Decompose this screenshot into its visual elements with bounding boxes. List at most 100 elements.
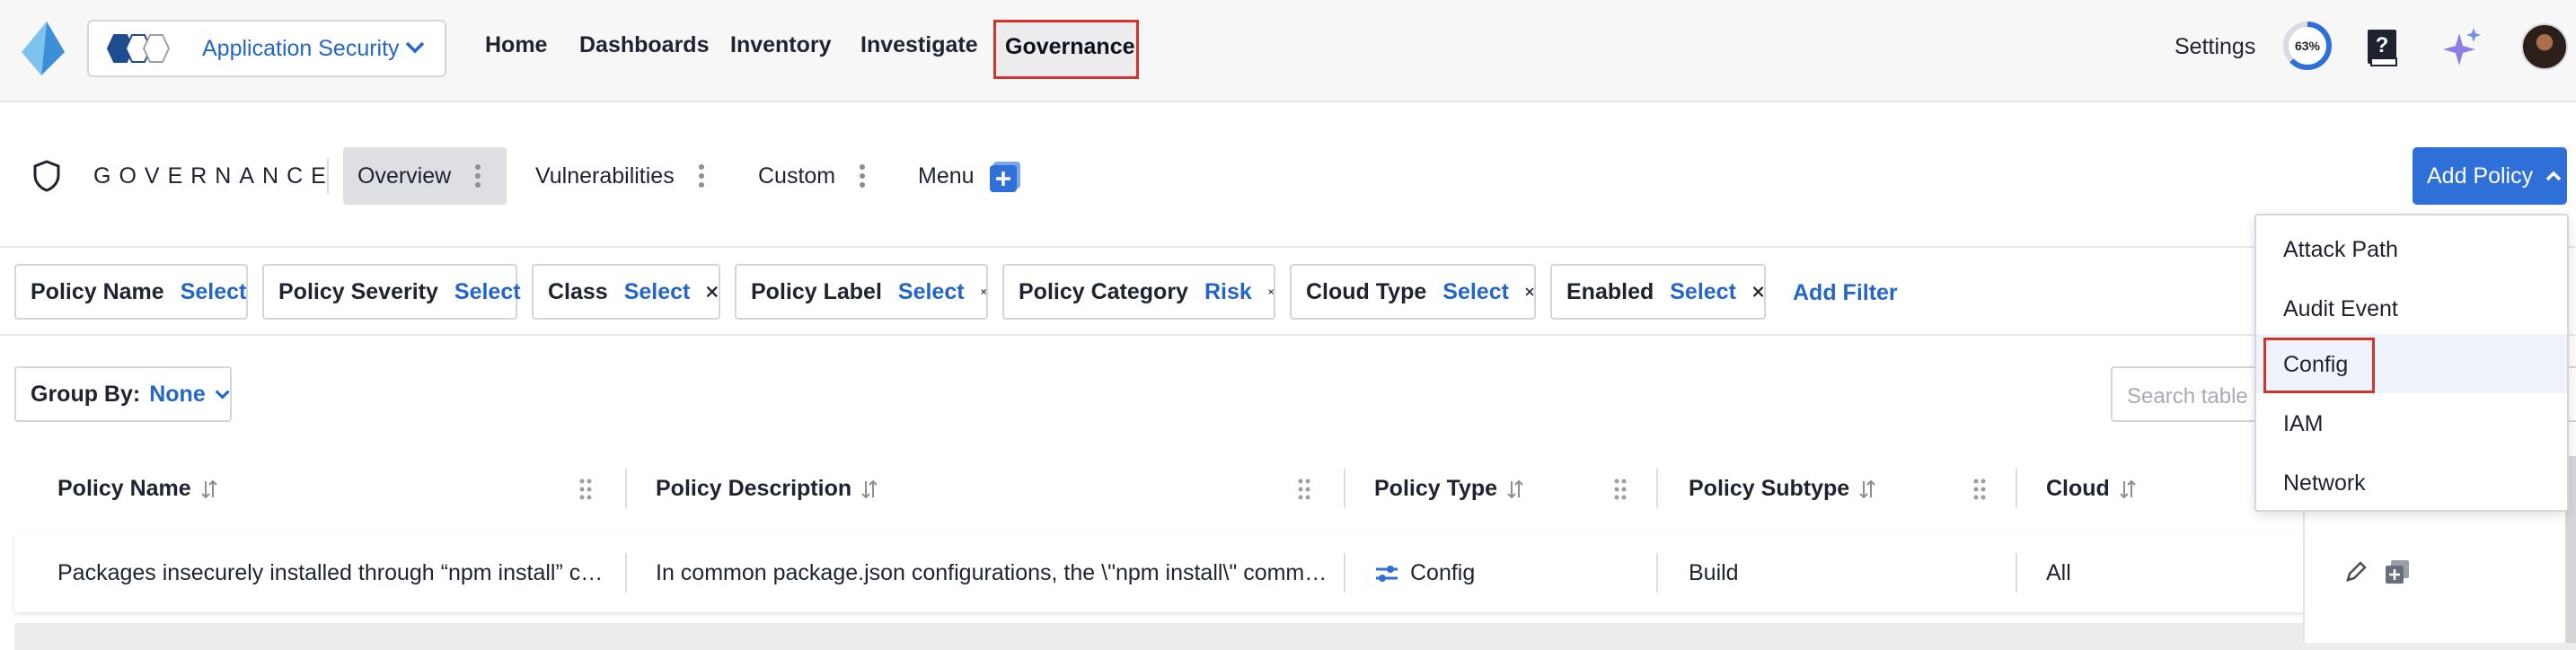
menu-item-attack-path[interactable]: Attack Path: [2256, 219, 2567, 278]
filter-policy-name[interactable]: Policy Name Select: [14, 264, 248, 320]
app-switcher-label: Application Security: [202, 35, 400, 61]
add-filter-button[interactable]: Add Filter: [1793, 280, 1898, 306]
sort-icon[interactable]: [1506, 479, 1524, 499]
menu-item-network[interactable]: Network: [2256, 452, 2567, 512]
group-by-select[interactable]: Group By: None: [14, 366, 232, 422]
column-divider[interactable]: [625, 469, 627, 508]
close-icon[interactable]: [980, 284, 986, 300]
search-placeholder: Search table c: [2127, 384, 2265, 408]
filter-value[interactable]: Select: [454, 279, 521, 305]
column-header-policy-description[interactable]: Policy Description: [656, 476, 878, 502]
tab-overview[interactable]: Overview: [343, 147, 507, 205]
chevron-up-icon: [2545, 171, 2562, 181]
filter-value[interactable]: Select: [624, 279, 691, 305]
filter-policy-category[interactable]: Policy Category Risk: [1002, 264, 1275, 320]
config-icon: [1376, 566, 1398, 582]
close-icon[interactable]: [706, 284, 719, 300]
filter-value[interactable]: Select: [181, 279, 247, 305]
edit-icon[interactable]: [2344, 560, 2368, 584]
hex-icon: [106, 34, 171, 63]
close-icon[interactable]: [1525, 284, 1534, 300]
help-book-icon[interactable]: ?: [2366, 28, 2400, 67]
add-policy-label: Add Policy: [2427, 162, 2534, 189]
nav-investigate[interactable]: Investigate: [860, 32, 978, 58]
filter-value[interactable]: Select: [1670, 279, 1736, 305]
menu-item-label: IAM: [2283, 411, 2324, 436]
kebab-menu-icon[interactable]: [698, 162, 705, 190]
avatar[interactable]: [2521, 23, 2568, 70]
filter-class[interactable]: Class Select: [532, 264, 720, 320]
logo-icon[interactable]: [22, 22, 65, 75]
menu-item-iam[interactable]: IAM: [2256, 393, 2567, 452]
kebab-menu-icon[interactable]: [474, 162, 481, 190]
tab-custom[interactable]: Custom: [758, 147, 884, 205]
close-icon[interactable]: [1268, 284, 1274, 300]
nav-governance-label: Governance: [1005, 34, 1135, 59]
nav-governance[interactable]: Governance: [993, 20, 1139, 79]
column-header-label: Policy Type: [1374, 476, 1498, 501]
add-policy-button[interactable]: Add Policy: [2413, 147, 2567, 205]
column-divider[interactable]: [1344, 469, 1345, 508]
filter-label: Class: [548, 278, 608, 304]
add-policy-dropdown: Attack Path Audit Event Config IAM Netwo…: [2254, 214, 2569, 512]
drag-handle-icon[interactable]: [578, 478, 593, 501]
menu-item-audit-event[interactable]: Audit Event: [2256, 278, 2567, 338]
filter-value[interactable]: Select: [1442, 279, 1509, 305]
drag-handle-icon[interactable]: [1613, 478, 1628, 501]
tab-menu[interactable]: Menu: [918, 147, 990, 205]
cell-cloud: All: [2046, 560, 2071, 585]
filter-cloud-type[interactable]: Cloud Type Select: [1290, 264, 1536, 320]
table-header: Policy Name Policy Description Policy Ty…: [14, 456, 2576, 519]
column-header-cloud[interactable]: Cloud: [2046, 476, 2137, 502]
cell-policy-type: Config: [1410, 560, 1476, 585]
nav-inventory[interactable]: Inventory: [730, 32, 832, 58]
progress-ring[interactable]: 63%: [2281, 20, 2333, 72]
chevron-down-icon: [405, 41, 425, 54]
filter-value[interactable]: Select: [898, 279, 965, 305]
cell-policy-name[interactable]: Packages insecurely installed through “n…: [57, 560, 614, 586]
filter-value[interactable]: Risk: [1204, 279, 1252, 305]
drag-handle-icon[interactable]: [1297, 478, 1311, 501]
menu-item-label: Config: [2283, 352, 2349, 377]
column-header-label: Policy Description: [656, 476, 852, 501]
filter-label: Policy Severity: [278, 278, 438, 304]
column-divider: [625, 553, 627, 593]
sort-icon[interactable]: [2119, 479, 2137, 499]
clone-icon[interactable]: [2384, 558, 2411, 585]
menu-item-label: Audit Event: [2283, 296, 2398, 321]
filter-label: Policy Category: [1019, 278, 1188, 304]
menu-item-config[interactable]: Config: [2256, 334, 2567, 393]
add-tab-icon[interactable]: [988, 160, 1022, 194]
filter-policy-severity[interactable]: Policy Severity Select: [262, 264, 521, 320]
tab-label: Vulnerabilities: [535, 162, 675, 189]
sparkle-icon[interactable]: [2439, 26, 2483, 69]
column-header-policy-name[interactable]: Policy Name: [57, 476, 218, 502]
settings-link[interactable]: Settings: [2175, 34, 2255, 60]
column-divider[interactable]: [2016, 469, 2017, 508]
column-divider: [1344, 553, 1345, 593]
close-icon[interactable]: [1752, 284, 1764, 300]
governance-tabs-bar: GOVERNANCE Overview Vulnerabilities Cust…: [0, 104, 2576, 248]
nav-dashboards[interactable]: Dashboards: [579, 32, 709, 58]
filter-policy-label[interactable]: Policy Label Select: [735, 264, 988, 320]
sort-icon[interactable]: [200, 479, 218, 499]
kebab-menu-icon[interactable]: [859, 162, 866, 190]
column-header-policy-type[interactable]: Policy Type: [1374, 476, 1524, 502]
drag-handle-icon[interactable]: [1972, 478, 1987, 501]
column-header-label: Cloud: [2046, 476, 2110, 501]
sort-icon[interactable]: [1858, 479, 1876, 499]
tab-vulnerabilities[interactable]: Vulnerabilities: [535, 147, 715, 205]
page-title: GOVERNANCE: [93, 163, 334, 189]
table-row[interactable]: Packages insecurely installed through “n…: [14, 533, 2576, 612]
group-by-label: Group By:: [31, 381, 141, 407]
sort-icon[interactable]: [860, 479, 878, 499]
column-header-label: Policy Name: [57, 476, 191, 501]
nav-home[interactable]: Home: [485, 32, 547, 58]
app-switcher[interactable]: Application Security: [87, 20, 446, 77]
column-header-policy-subtype[interactable]: Policy Subtype: [1689, 476, 1876, 502]
cell-policy-description: In common package.json configurations, t…: [656, 560, 1329, 585]
filter-enabled[interactable]: Enabled Select: [1550, 264, 1766, 320]
column-divider[interactable]: [1656, 469, 1658, 508]
filter-label: Enabled: [1566, 278, 1654, 304]
table-row[interactable]: [14, 623, 2576, 650]
